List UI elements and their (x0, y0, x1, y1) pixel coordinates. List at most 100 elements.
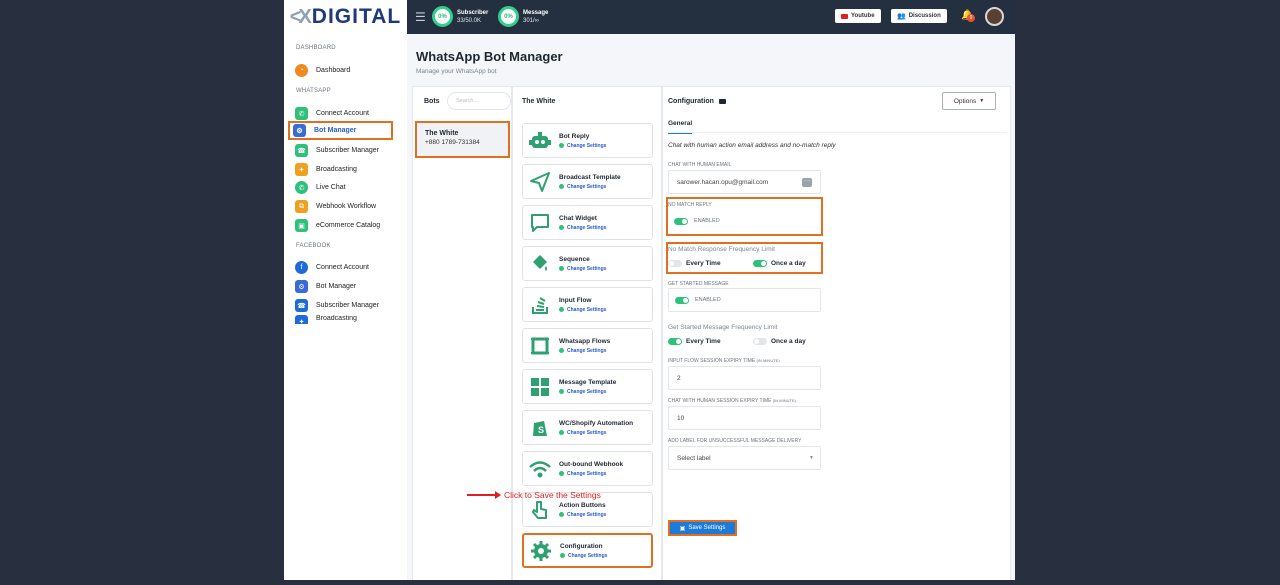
bot-search-input[interactable]: Search... (447, 92, 511, 110)
options-dropdown-button[interactable]: Options ▼ (942, 92, 996, 110)
configuration-heading: Configuration (668, 98, 726, 105)
no-match-once-a-day-option[interactable]: Once a day (753, 260, 806, 267)
users-icon: 👥 (897, 13, 906, 20)
discussion-button[interactable]: 👥 Discussion (891, 9, 947, 23)
get-started-toggle-box[interactable]: ENABLED (668, 288, 821, 312)
youtube-icon (841, 13, 848, 19)
label-select[interactable]: Select label ▼ (668, 446, 821, 470)
logo-mark-icon: <X (289, 5, 312, 28)
youtube-label: Youtube (851, 13, 875, 19)
sidebar-item-label: eCommerce Catalog (316, 222, 381, 229)
chat-human-expiry-field[interactable]: 10 (668, 406, 821, 430)
feature-card-input-flow[interactable]: Input Flow Change Settings (522, 287, 653, 322)
change-settings-link[interactable]: Change Settings (559, 389, 616, 395)
change-settings-link[interactable]: Change Settings (559, 471, 623, 477)
feature-title: Broadcast Template (559, 173, 621, 181)
change-settings-link[interactable]: Change Settings (559, 512, 606, 518)
youtube-button[interactable]: Youtube (835, 9, 881, 23)
sidebar-item-fb-connect-account[interactable]: f Connect Account (292, 258, 404, 277)
feature-title: WC/Shopify Automation (559, 419, 634, 427)
subscriber-progress-ring: 0% (432, 6, 453, 27)
configuration-panel: Configuration Options ▼ General Chat with… (662, 86, 1011, 580)
chat-bubble-icon (529, 212, 551, 234)
discussion-label: Discussion (908, 13, 941, 19)
change-settings-link[interactable]: Change Settings (560, 553, 607, 559)
features-heading: The White (522, 98, 556, 105)
page-title: WhatsApp Bot Manager (416, 49, 563, 64)
change-settings-link[interactable]: Change Settings (559, 184, 621, 190)
no-match-reply-toggle-box[interactable]: ENABLED (668, 209, 821, 233)
save-settings-button[interactable]: ▣ Save Settings (668, 520, 737, 536)
change-settings-link[interactable]: Change Settings (559, 225, 606, 231)
avatar[interactable] (985, 7, 1004, 26)
sidebar-item-wa-bot-manager[interactable]: ⚙ Bot Manager (288, 121, 393, 140)
email-field[interactable]: sarower.hacan.opu@gmail.com ··· (668, 170, 821, 194)
get-started-once-a-day-option[interactable]: Once a day (753, 338, 806, 345)
get-started-every-time-option[interactable]: Every Time (668, 338, 721, 345)
feature-card-configuration[interactable]: Configuration Change Settings (522, 533, 653, 568)
input-flow-expiry-label: INPUT FLOW SESSION EXPIRY TIME (IN MINUT… (668, 358, 780, 364)
caret-down-icon: ▼ (979, 98, 985, 104)
sidebar-item-dashboard[interactable]: ◔ Dashboard (292, 61, 404, 80)
video-camera-icon (718, 99, 726, 104)
feature-title: Input Flow (559, 296, 592, 304)
bot-list-item[interactable]: The White +880 1789-731384 (415, 121, 510, 158)
no-match-frequency-label: No Match Response Frequency Limit (668, 246, 775, 253)
facebook-icon: f (295, 261, 308, 274)
grid-icon (529, 376, 551, 398)
sidebar-item-fb-subscriber-manager[interactable]: ☎ Subscriber Manager (292, 296, 404, 315)
get-started-label: GET STARTED MESSAGE (668, 281, 729, 287)
speedometer-icon: ◔ (295, 64, 308, 77)
get-started-toggle[interactable] (675, 296, 689, 304)
no-match-reply-toggle[interactable] (674, 217, 688, 225)
feature-card-sequence[interactable]: Sequence Change Settings (522, 246, 653, 281)
workflow-icon: ⧉ (295, 200, 308, 213)
feature-card-whatsapp-flows[interactable]: Whatsapp Flows Change Settings (522, 328, 653, 363)
sidebar-item-label: Subscriber Manager (316, 147, 380, 154)
no-match-every-time-option[interactable]: Every Time (668, 260, 721, 267)
sidebar-item-wa-subscriber-manager[interactable]: ☎ Subscriber Manager (292, 141, 404, 160)
feature-card-wc-shopify-automation[interactable]: S WC/Shopify Automation Change Settings (522, 410, 653, 445)
broadcast-icon: ✦ (295, 315, 308, 324)
feature-card-chat-widget[interactable]: Chat Widget Change Settings (522, 205, 653, 240)
sidebar-item-wa-ecommerce-catalog[interactable]: ▣ eCommerce Catalog (292, 216, 404, 235)
bots-heading: Bots (424, 98, 440, 105)
change-settings-link[interactable]: Change Settings (559, 348, 610, 354)
sidebar-item-wa-broadcasting[interactable]: ✦ Broadcasting (292, 160, 404, 179)
sidebar-item-wa-webhook-workflow[interactable]: ⧉ Webhook Workflow (292, 197, 404, 216)
hamburger-menu-icon[interactable]: ☰ (415, 10, 426, 24)
robot-icon: ⚙ (293, 124, 306, 137)
annotation-arrow (467, 491, 501, 499)
once-a-day-toggle[interactable] (753, 260, 767, 267)
sidebar-item-wa-live-chat[interactable]: ✆ Live Chat (292, 178, 404, 197)
feature-title: Sequence (559, 255, 590, 263)
shopping-bag-icon: ▣ (295, 219, 308, 232)
feature-card-bot-reply[interactable]: Bot Reply Change Settings (522, 123, 653, 158)
change-settings-link[interactable]: Change Settings (559, 430, 633, 436)
subscriber-value: 33/50.0K (457, 17, 482, 24)
feature-card-broadcast-template[interactable]: Broadcast Template Change Settings (522, 164, 653, 199)
feature-title: Bot Reply (559, 132, 590, 140)
change-settings-link[interactable]: Change Settings (559, 266, 606, 272)
brand-logo[interactable]: <X DIGITAL (284, 0, 407, 34)
change-settings-link[interactable]: Change Settings (559, 143, 606, 149)
feature-title: Message Template (559, 378, 617, 386)
sidebar-item-label: Connect Account (316, 110, 369, 117)
paint-bucket-icon (529, 253, 551, 275)
feature-card-message-template[interactable]: Message Template Change Settings (522, 369, 653, 404)
sidebar-item-fb-bot-manager[interactable]: ⚙ Bot Manager (292, 277, 404, 296)
sidebar-item-fb-broadcasting[interactable]: ✦ Broadcasting (292, 315, 404, 324)
more-icon[interactable]: ··· (802, 178, 812, 187)
sidebar-item-label: Broadcasting (316, 315, 357, 322)
section-facebook-heading: FACEBOOK (296, 243, 331, 249)
every-time-toggle[interactable] (668, 260, 682, 267)
change-settings-link[interactable]: Change Settings (559, 307, 606, 313)
feature-card-outbound-webhook[interactable]: Out-bound Webhook Change Settings (522, 451, 653, 486)
robot-icon: ⚙ (295, 280, 308, 293)
once-a-day-toggle[interactable] (753, 338, 767, 345)
message-stat: 0% Message 301/∞ (498, 6, 548, 27)
every-time-toggle[interactable] (668, 338, 682, 345)
paper-plane-icon (529, 171, 551, 193)
wifi-icon (529, 458, 551, 480)
input-flow-expiry-field[interactable]: 2 (668, 366, 821, 390)
